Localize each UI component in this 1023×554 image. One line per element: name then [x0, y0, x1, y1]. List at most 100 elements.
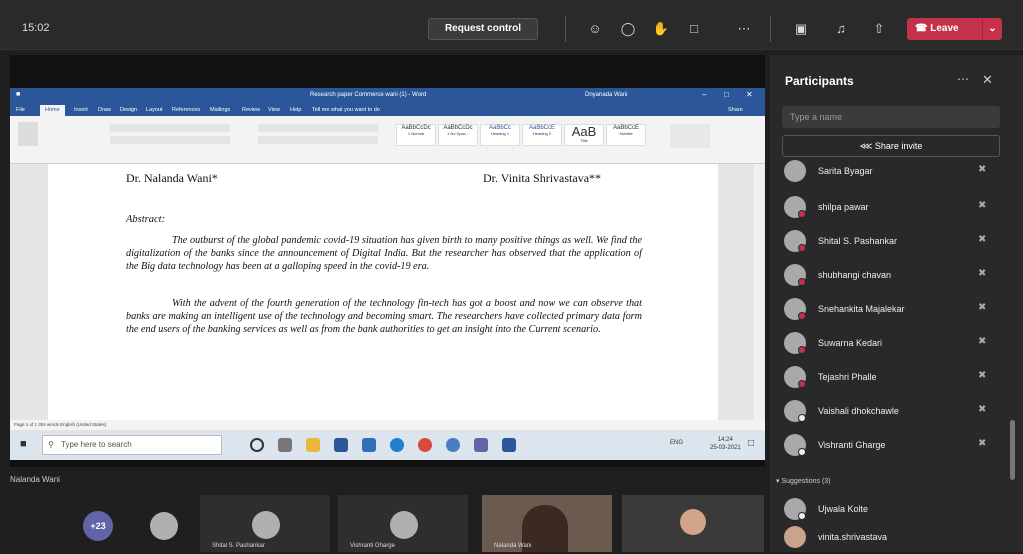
participant-row[interactable]: Shital S. Pashankar ✖	[782, 224, 1000, 258]
document-page: Dr. Nalanda Wani* Dr. Vinita Shrivastava…	[48, 164, 718, 420]
toolbar-divider	[770, 16, 771, 42]
word-ribbon-tabs: File Home Insert Draw Design Layout Refe…	[10, 104, 765, 116]
tab-layout: Layout	[146, 107, 163, 113]
chevron-down-icon[interactable]: ⌄	[982, 18, 1002, 40]
participant-row[interactable]: Vishranti Gharge ✖	[782, 428, 1000, 462]
document-title: Research paper Commerce wani (1) - Word	[310, 92, 427, 98]
tab-file: File	[16, 107, 25, 113]
status-dot	[798, 448, 806, 456]
alignment-group	[258, 136, 378, 144]
file-explorer-icon	[306, 438, 320, 452]
status-dot	[798, 512, 806, 520]
search-icon: ⚲	[48, 440, 54, 449]
taskbar-search-placeholder: Type here to search	[61, 440, 132, 449]
tile-name: Shital S. Pashankar	[212, 543, 265, 549]
request-control-button[interactable]: Request control	[428, 18, 538, 40]
mic-off-icon[interactable]: ♫	[830, 18, 852, 40]
mic-off-icon: ✖	[978, 336, 987, 347]
avatar	[390, 511, 418, 539]
tab-help: Help	[290, 107, 302, 113]
participant-row[interactable]: Sarita Byagar ✖	[782, 160, 1000, 194]
tile-name: Nalanda Wani	[494, 543, 532, 549]
participant-name: shubhangi chavan	[818, 270, 892, 280]
cortana-icon	[250, 438, 264, 452]
avatar	[150, 512, 178, 540]
participants-icon[interactable]: ☺	[584, 18, 606, 40]
search-participant-input[interactable]: Type a name	[782, 106, 1000, 128]
tab-draw: Draw	[98, 107, 111, 113]
share-invite-label: Share invite	[874, 141, 923, 151]
close-icon[interactable]: ✕	[982, 72, 993, 88]
tab-mailings: Mailings	[210, 107, 231, 113]
word-status-text: Page 1 of 1 304 words English (United St…	[14, 422, 107, 427]
camera-off-icon[interactable]: ▣	[790, 18, 812, 40]
mic-off-icon: ✖	[978, 200, 987, 211]
video-tile-speaker[interactable]: Nalanda Wani	[482, 495, 612, 552]
status-dot	[798, 244, 806, 252]
windows-start-icon: ■	[20, 438, 27, 450]
participant-name: Vaishali dhokchawle	[818, 406, 899, 416]
leave-button[interactable]: ☎ Leave ⌄	[907, 18, 1002, 40]
style-title: AaB Title	[564, 124, 604, 146]
suggestion-row[interactable]: vinita.shrivastava	[782, 520, 1000, 554]
leave-label: Leave	[930, 23, 959, 34]
abstract-paragraph-2: With the advent of the fourth generation…	[126, 298, 642, 336]
share-icon: ⋘	[859, 141, 875, 151]
status-dot	[798, 414, 806, 422]
reactions-icon[interactable]: ✋	[650, 18, 672, 40]
taskbar-lang: ENG	[670, 440, 684, 446]
video-tile[interactable]: Vishranti Gharge	[338, 495, 468, 552]
style-subtitle: AaBbCcE Subtitle	[606, 124, 646, 146]
participant-row[interactable]: Suwarna Kedari ✖	[782, 326, 1000, 360]
phone-icon: ☎	[915, 23, 931, 34]
participant-name: Sarita Byagar	[818, 166, 873, 176]
suggestions-heading[interactable]: ▾ Suggestions (3)	[776, 477, 831, 485]
more-icon[interactable]: ⋯	[733, 18, 755, 40]
status-dot	[798, 210, 806, 218]
editing-group	[670, 124, 710, 148]
windows-taskbar: ■ ⚲ Type here to search ENG 14:24 25-03-…	[10, 430, 765, 460]
share-icon[interactable]: ⇧	[868, 18, 890, 40]
video-tile[interactable]: Shital S. Pashankar	[200, 495, 330, 552]
meeting-timer: 15:02	[22, 22, 50, 34]
participant-name: shilpa pawar	[818, 202, 869, 212]
paste-icon	[18, 122, 38, 146]
participant-row[interactable]: Snehankita Majalekar ✖	[782, 292, 1000, 326]
panel-scrollbar[interactable]	[1010, 420, 1015, 480]
store-icon	[334, 438, 348, 452]
participant-name: Suwarna Kedari	[818, 338, 883, 348]
participant-row[interactable]: Vaishali dhokchawle ✖	[782, 394, 1000, 428]
edge-icon	[390, 438, 404, 452]
word-icon	[502, 438, 516, 452]
author-1: Dr. Nalanda Wani*	[126, 171, 218, 185]
app-icon	[446, 438, 460, 452]
maximize-icon: □	[724, 90, 729, 99]
status-dot	[798, 346, 806, 354]
mic-off-icon: ✖	[978, 268, 987, 279]
participant-row[interactable]: shubhangi chavan ✖	[782, 258, 1000, 292]
word-status-bar: Page 1 of 1 304 words English (United St…	[10, 420, 765, 430]
more-participants-badge[interactable]: +23	[83, 511, 113, 541]
share-invite-button[interactable]: ⋘ Share invite	[782, 135, 1000, 157]
word-share: Share	[728, 107, 743, 113]
rooms-icon[interactable]: □	[683, 18, 705, 40]
mic-off-icon: ✖	[978, 370, 987, 381]
mic-off-icon: ✖	[978, 404, 987, 415]
paragraph-group	[258, 124, 378, 132]
word-ribbon: AaBbCcDc 1 Normal AaBbCcDc 1 No Spac... Aa…	[10, 116, 765, 164]
status-dot	[798, 278, 806, 286]
panel-title: Participants	[785, 74, 854, 88]
avatar	[252, 511, 280, 539]
participant-row[interactable]: Tejashri Phalle ✖	[782, 360, 1000, 394]
taskbar-search: ⚲ Type here to search	[42, 435, 222, 455]
save-icon: ■	[16, 91, 21, 98]
participant-row[interactable]: shilpa pawar ✖	[782, 190, 1000, 224]
mic-off-icon: ✖	[978, 234, 987, 245]
tab-review: Review	[242, 107, 261, 113]
mic-off-icon: ✖	[978, 438, 987, 449]
more-icon[interactable]: ⋯	[957, 72, 969, 86]
document-scrollbar	[754, 164, 764, 420]
abstract-paragraph-1: The outburst of the global pandemic covi…	[126, 235, 642, 273]
chat-icon[interactable]: ◯	[617, 18, 639, 40]
video-tile[interactable]	[622, 495, 764, 552]
